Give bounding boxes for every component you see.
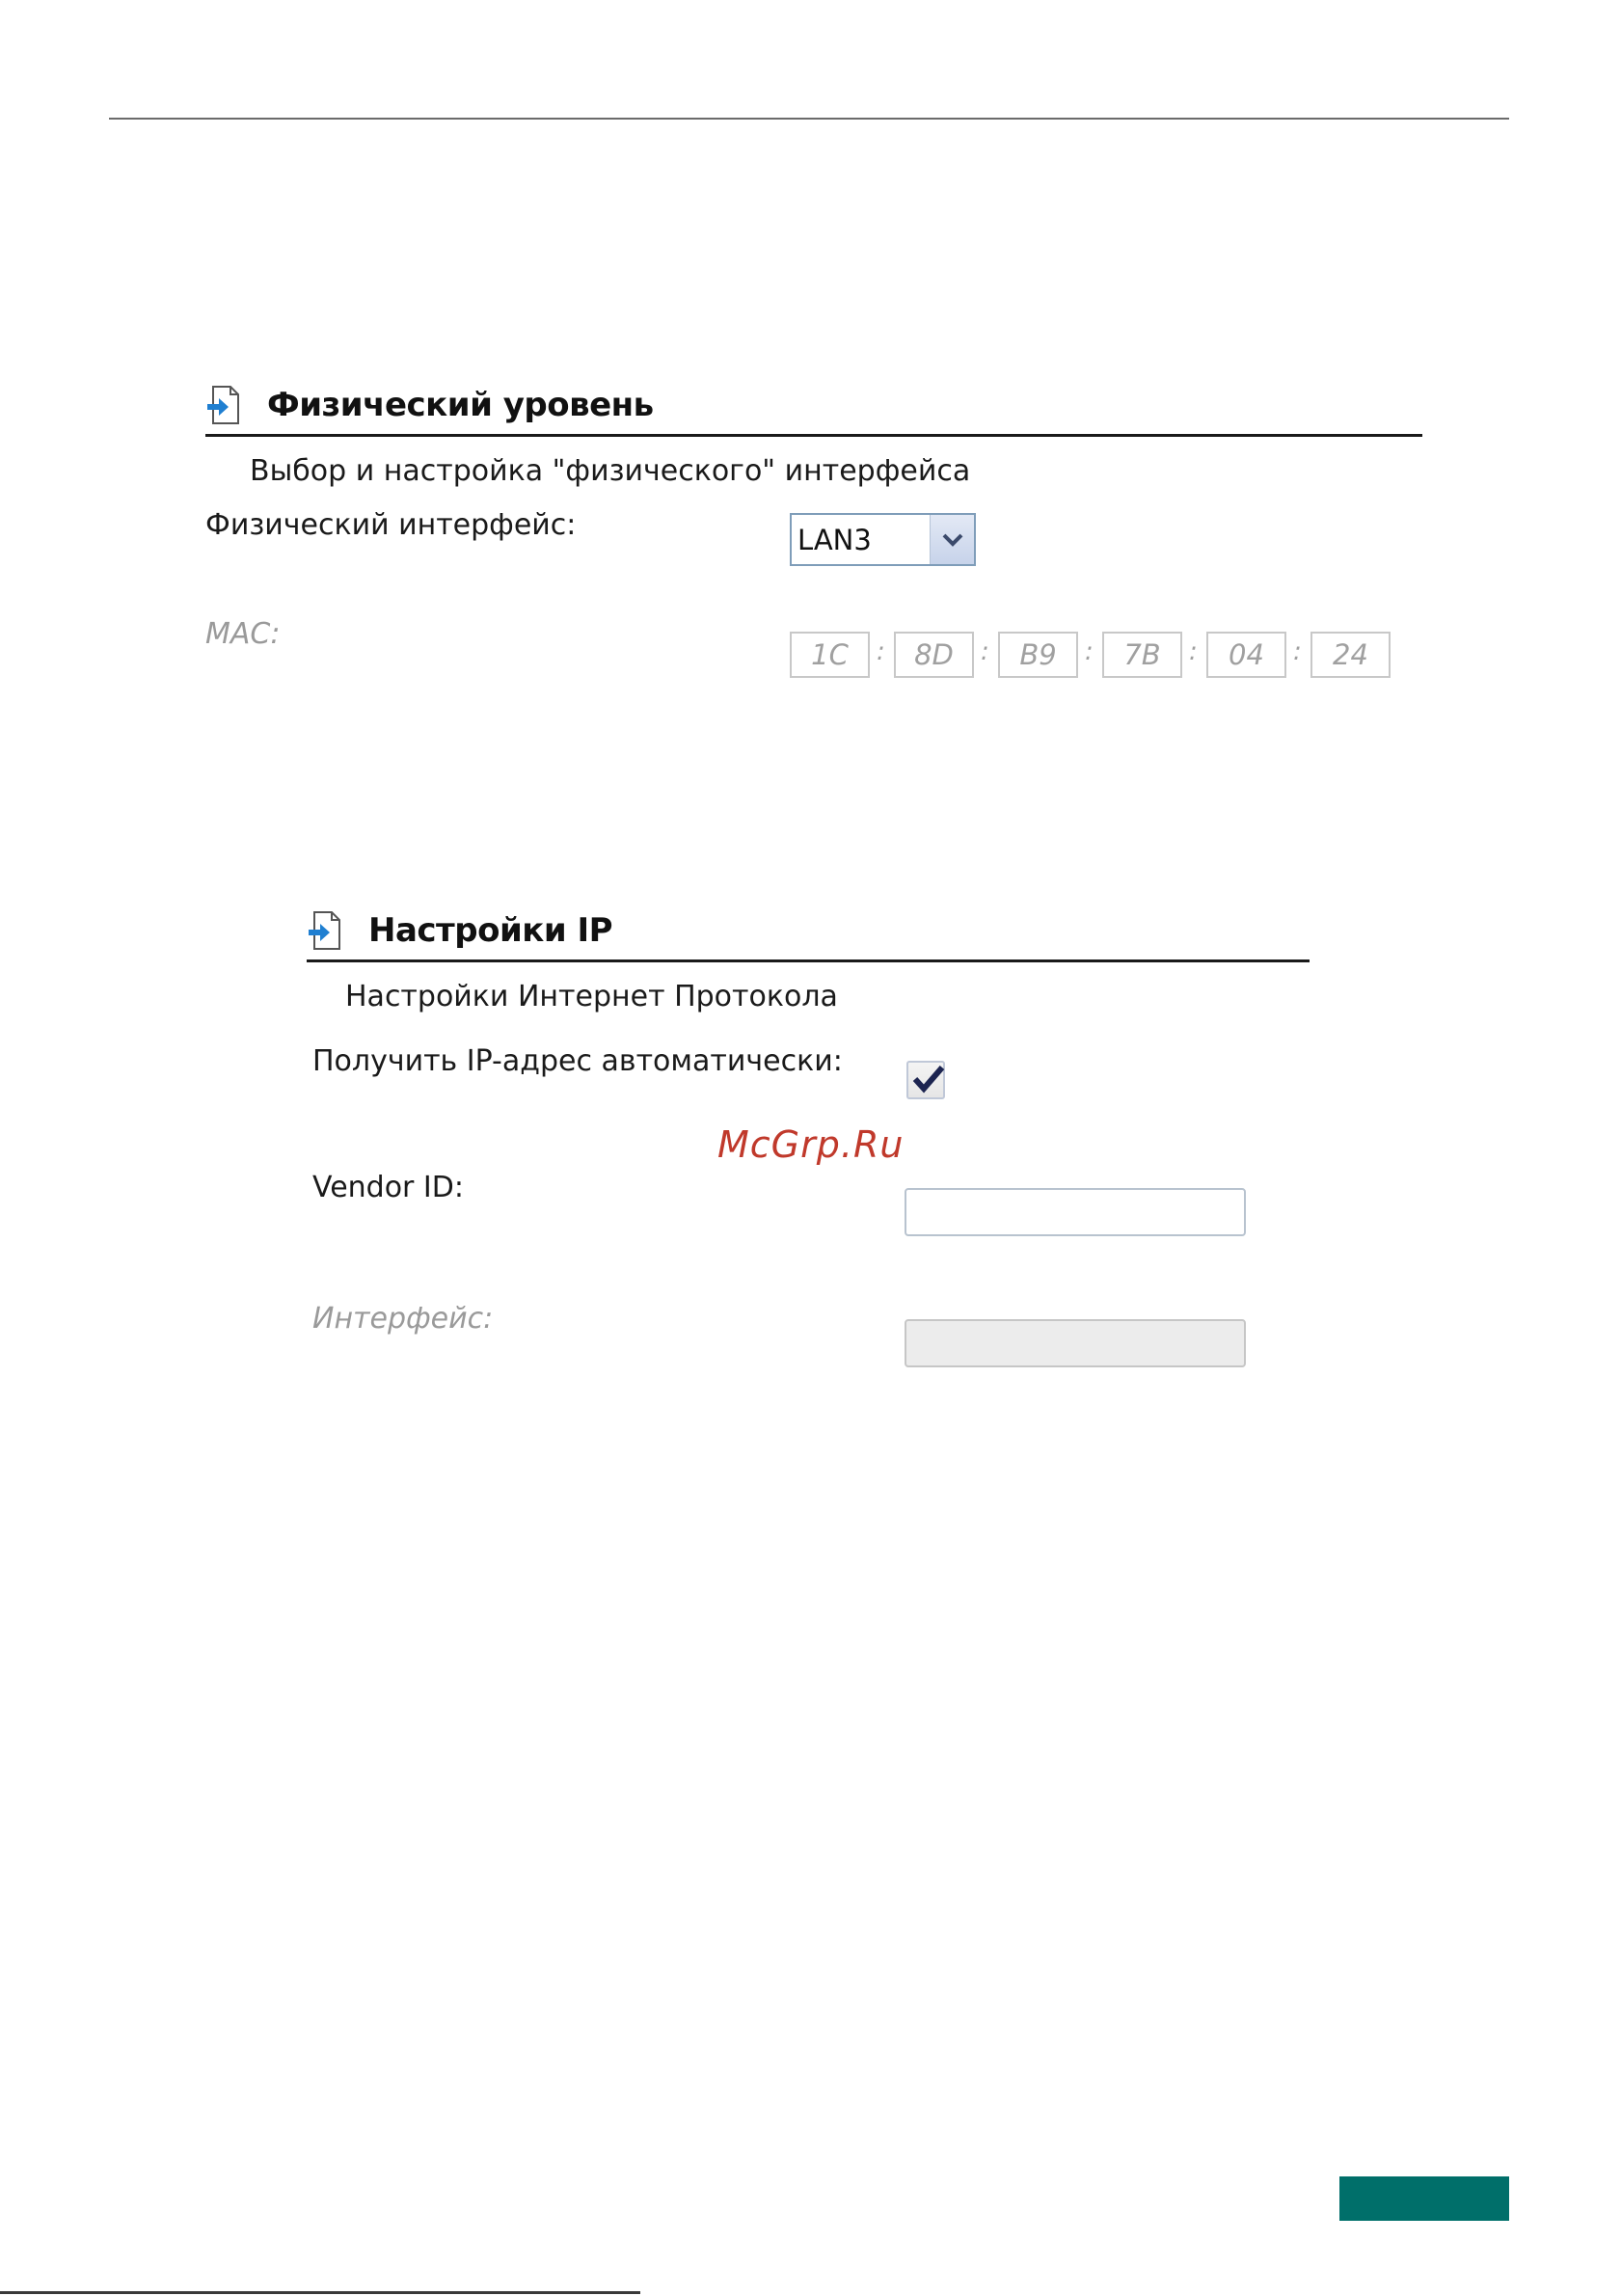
mac-octet-5: 04	[1206, 632, 1286, 678]
physical-section: Физический уровень Выбор и настройка "фи…	[205, 381, 1422, 699]
ip-title: Настройки IP	[368, 911, 613, 950]
auto-ip-label: Получить IP-адрес автоматически:	[312, 1044, 843, 1078]
top-rule	[109, 118, 1509, 120]
physical-rule	[205, 434, 1422, 437]
mac-separator: :	[1189, 637, 1198, 666]
bottom-rule	[0, 2291, 640, 2294]
interface-select-value: LAN3	[797, 523, 872, 556]
mac-octet-1: 1C	[790, 632, 870, 678]
interface-label: Физический интерфейс:	[205, 508, 577, 542]
mac-separator: :	[1085, 637, 1094, 666]
mac-octet-4: 7B	[1102, 632, 1182, 678]
vendor-id-label: Vendor ID:	[312, 1171, 464, 1204]
interface-select[interactable]: LAN3	[790, 513, 976, 566]
ip-interface-input	[905, 1319, 1246, 1367]
watermark: McGrp.Ru	[717, 1123, 905, 1166]
ip-rule	[307, 959, 1310, 962]
page-number-tab	[1339, 2176, 1509, 2221]
physical-subtitle: Выбор и настройка "физического" интерфей…	[250, 454, 971, 488]
ip-header: Настройки IP	[307, 906, 613, 955]
ip-interface-label: Интерфейс:	[312, 1302, 494, 1336]
checkmark-icon	[912, 1066, 945, 1094]
physical-header: Физический уровень	[205, 381, 654, 429]
mac-separator: :	[877, 637, 885, 666]
mac-separator: :	[1293, 637, 1302, 666]
mac-octet-3: B9	[998, 632, 1078, 678]
auto-ip-checkbox[interactable]	[906, 1061, 945, 1099]
chevron-down-icon[interactable]	[930, 515, 974, 564]
mac-label: MAC:	[205, 617, 281, 651]
doc-arrow-icon	[207, 386, 239, 424]
ip-subtitle: Настройки Интернет Протокола	[345, 980, 838, 1013]
mac-separator: :	[981, 637, 989, 666]
vendor-id-input[interactable]	[905, 1188, 1246, 1236]
physical-title: Физический уровень	[267, 386, 654, 424]
mac-octet-2: 8D	[894, 632, 974, 678]
mac-octet-6: 24	[1310, 632, 1391, 678]
doc-arrow-icon	[309, 911, 340, 950]
